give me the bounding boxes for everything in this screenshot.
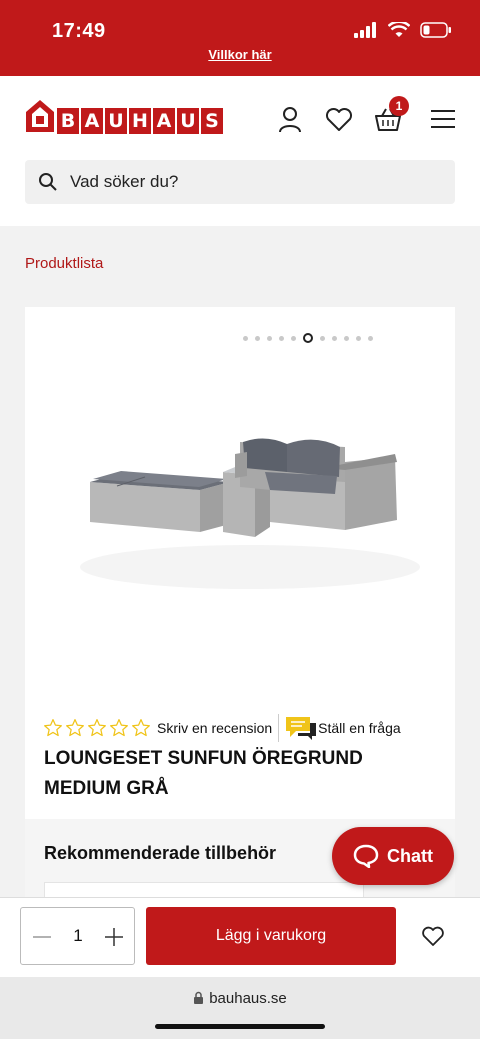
add-to-wishlist-icon[interactable] [421, 925, 445, 947]
minus-icon[interactable] [31, 926, 53, 948]
gallery-dot[interactable] [255, 335, 260, 341]
gallery-dot[interactable] [291, 335, 296, 341]
search-input[interactable]: Vad söker du? [70, 172, 178, 192]
gallery-dot-active[interactable] [303, 333, 313, 343]
star-icon [88, 719, 106, 737]
write-review-link[interactable]: Skriv en recension [157, 720, 272, 736]
star-icon [132, 719, 150, 737]
browser-url-bar: bauhaus.se [0, 977, 480, 1039]
search-icon [39, 173, 57, 191]
gallery-dot[interactable] [344, 335, 349, 341]
logo-letter: B [57, 108, 79, 134]
bauhaus-logo[interactable]: B A U H A U S [25, 98, 223, 134]
gallery-dot[interactable] [368, 335, 373, 341]
site-header: B A U H A U S 1 Vad söker du? [0, 76, 480, 226]
gallery-dot[interactable] [267, 335, 272, 341]
signal-icon [354, 22, 376, 38]
promo-link[interactable]: Villkor här [0, 50, 480, 64]
breadcrumb-link[interactable]: Produktlista [25, 255, 103, 272]
search-bar[interactable]: Vad söker du? [25, 160, 455, 204]
url-text: bauhaus.se [209, 990, 287, 1007]
star-icon [44, 719, 62, 737]
status-icons [354, 22, 452, 38]
wifi-icon [388, 22, 410, 37]
quantity-input[interactable]: 1 [66, 926, 90, 946]
gallery-dot[interactable] [320, 335, 325, 341]
rating-stars[interactable] [43, 718, 151, 738]
rating-row: Skriv en recension Ställ en fråga [43, 714, 401, 742]
quantity-stepper: 1 [20, 907, 135, 965]
gallery-dot[interactable] [243, 335, 248, 341]
logo-wordmark: B A U H A U S [57, 108, 223, 134]
battery-icon [420, 22, 451, 38]
chat-bubble-icon [353, 844, 379, 868]
chat-button[interactable]: Chatt [332, 827, 454, 885]
question-bubble-icon [286, 717, 317, 740]
logo-letter: S [201, 108, 223, 134]
plus-icon[interactable] [103, 926, 125, 948]
status-bar: 17:49 Villkor här [0, 0, 480, 76]
recommended-title: Rekommenderade tillbehör [44, 843, 277, 863]
gallery-dot[interactable] [356, 335, 361, 341]
ask-question-link[interactable]: Ställ en fråga [284, 714, 401, 742]
product-card: Skriv en recension Ställ en fråga LOUNGE… [25, 307, 455, 912]
gallery-pagination [243, 333, 373, 343]
home-indicator[interactable] [155, 1024, 325, 1029]
logo-letter: H [129, 108, 151, 134]
star-icon [66, 719, 84, 737]
lock-icon [194, 991, 204, 1004]
gallery-dot[interactable] [332, 335, 337, 341]
chat-label: Chatt [387, 845, 433, 866]
url-display[interactable]: bauhaus.se [0, 990, 480, 1007]
logo-letter: A [153, 108, 175, 134]
add-to-cart-bar: 1 Lägg i varukorg [0, 897, 480, 977]
ask-question-label: Ställ en fråga [318, 720, 401, 736]
status-time: 17:49 [52, 20, 106, 42]
star-icon [110, 719, 128, 737]
logo-letter: U [105, 108, 127, 134]
wishlist-icon[interactable] [324, 104, 354, 134]
add-to-cart-button[interactable]: Lägg i varukorg [146, 907, 396, 965]
logo-letter: A [81, 108, 103, 134]
gallery-dot[interactable] [279, 335, 284, 341]
cart-count-badge: 1 [389, 96, 409, 116]
logo-house-icon [25, 98, 55, 134]
logo-letter: U [177, 108, 199, 134]
account-icon[interactable] [275, 104, 305, 134]
product-title: LOUNGESET SUNFUN ÖREGRUND MEDIUM GRÅ [44, 748, 363, 799]
menu-icon[interactable] [428, 104, 458, 134]
product-image[interactable] [75, 402, 420, 602]
divider [278, 714, 280, 742]
